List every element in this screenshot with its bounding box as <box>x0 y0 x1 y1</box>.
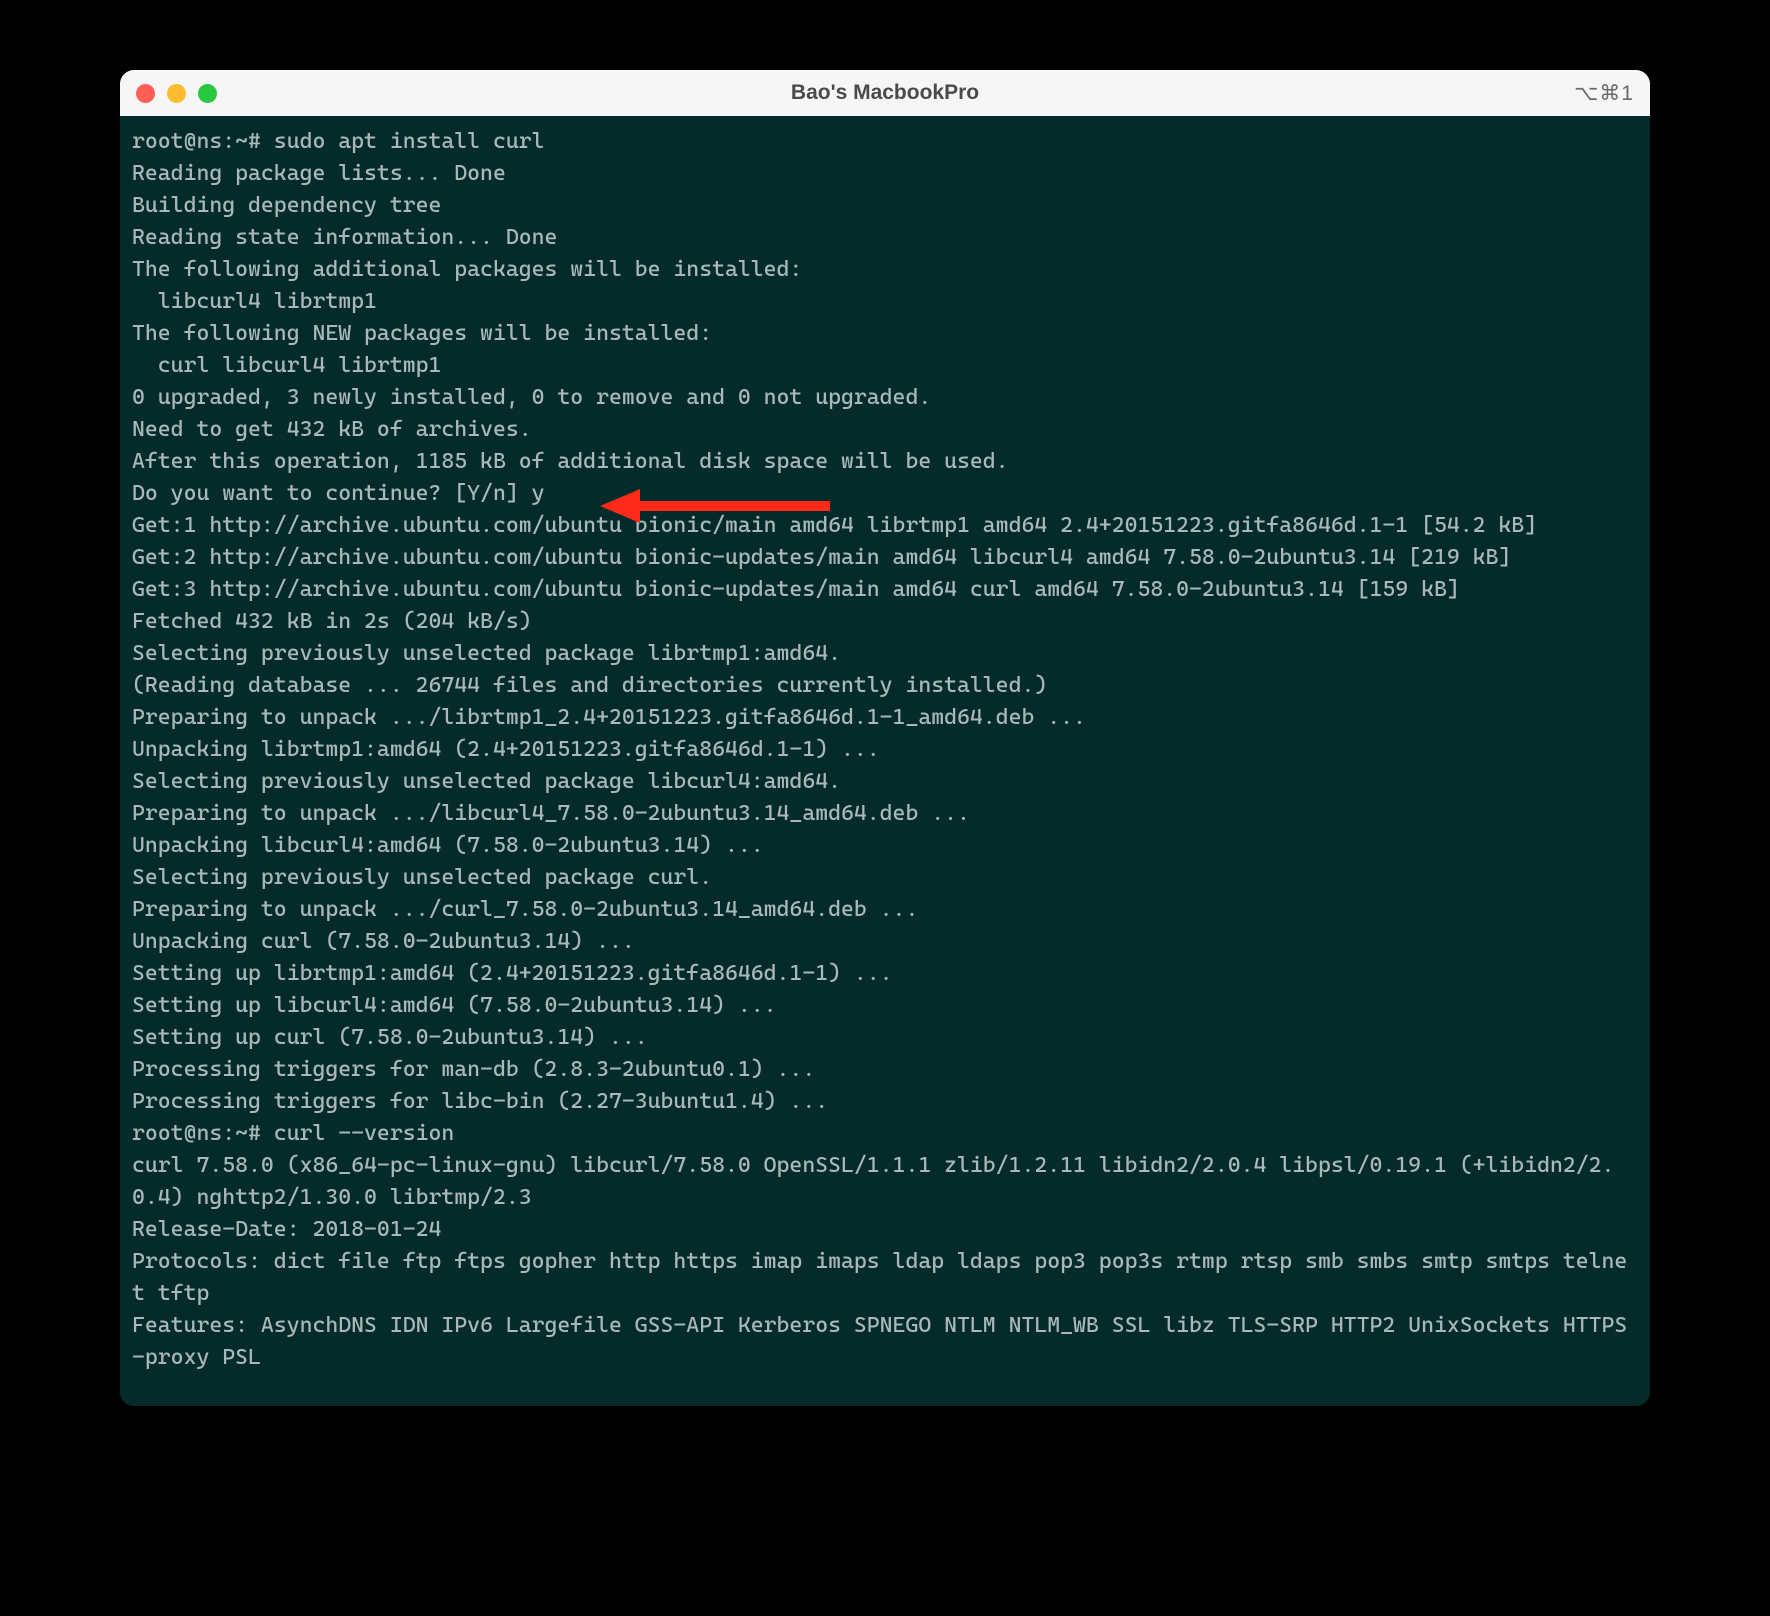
terminal-line: Processing triggers for man-db (2.8.3-2u… <box>132 1054 1638 1086</box>
terminal-line: Setting up libcurl4:amd64 (7.58.0-2ubunt… <box>132 990 1638 1022</box>
window-shortcut-hint: ⌥⌘1 <box>1574 81 1634 106</box>
terminal-line: Unpacking libcurl4:amd64 (7.58.0-2ubuntu… <box>132 830 1638 862</box>
terminal-line: Reading package lists... Done <box>132 158 1638 190</box>
terminal-line: Selecting previously unselected package … <box>132 638 1638 670</box>
traffic-lights <box>136 84 217 103</box>
terminal-line: (Reading database ... 26744 files and di… <box>132 670 1638 702</box>
terminal-line: Building dependency tree <box>132 190 1638 222</box>
terminal-line: The following additional packages will b… <box>132 254 1638 286</box>
terminal-line: Preparing to unpack .../libcurl4_7.58.0-… <box>132 798 1638 830</box>
terminal-line: Features: AsynchDNS IDN IPv6 Largefile G… <box>132 1310 1638 1374</box>
window-titlebar: Bao's MacbookPro ⌥⌘1 <box>120 70 1650 116</box>
terminal-line: Get:3 http://archive.ubuntu.com/ubuntu b… <box>132 574 1638 606</box>
terminal-line: Do you want to continue? [Y/n] y <box>132 478 1638 510</box>
terminal-window: Bao's MacbookPro ⌥⌘1 root@ns:~# sudo apt… <box>120 70 1650 1406</box>
terminal-line: root@ns:~# curl --version <box>132 1118 1638 1150</box>
terminal-line: Get:1 http://archive.ubuntu.com/ubuntu b… <box>132 510 1638 542</box>
terminal-line: Processing triggers for libc-bin (2.27-3… <box>132 1086 1638 1118</box>
terminal-line: libcurl4 librtmp1 <box>132 286 1638 318</box>
maximize-window-button[interactable] <box>198 84 217 103</box>
terminal-line: Selecting previously unselected package … <box>132 766 1638 798</box>
terminal-line: After this operation, 1185 kB of additio… <box>132 446 1638 478</box>
terminal-line: Unpacking curl (7.58.0-2ubuntu3.14) ... <box>132 926 1638 958</box>
terminal-line: 0 upgraded, 3 newly installed, 0 to remo… <box>132 382 1638 414</box>
terminal-line: Setting up librtmp1:amd64 (2.4+20151223.… <box>132 958 1638 990</box>
terminal-line: Preparing to unpack .../curl_7.58.0-2ubu… <box>132 894 1638 926</box>
terminal-line: Setting up curl (7.58.0-2ubuntu3.14) ... <box>132 1022 1638 1054</box>
terminal-line: Protocols: dict file ftp ftps gopher htt… <box>132 1246 1638 1310</box>
window-title: Bao's MacbookPro <box>791 81 979 105</box>
terminal-body[interactable]: root@ns:~# sudo apt install curlReading … <box>120 116 1650 1406</box>
minimize-window-button[interactable] <box>167 84 186 103</box>
terminal-line: Unpacking librtmp1:amd64 (2.4+20151223.g… <box>132 734 1638 766</box>
close-window-button[interactable] <box>136 84 155 103</box>
terminal-line: Need to get 432 kB of archives. <box>132 414 1638 446</box>
terminal-line: Release-Date: 2018-01-24 <box>132 1214 1638 1246</box>
terminal-line: The following NEW packages will be insta… <box>132 318 1638 350</box>
terminal-line: curl libcurl4 librtmp1 <box>132 350 1638 382</box>
terminal-line: Reading state information... Done <box>132 222 1638 254</box>
terminal-line: root@ns:~# sudo apt install curl <box>132 126 1638 158</box>
terminal-line: Fetched 432 kB in 2s (204 kB/s) <box>132 606 1638 638</box>
terminal-line: curl 7.58.0 (x86_64-pc-linux-gnu) libcur… <box>132 1150 1638 1214</box>
terminal-line: Selecting previously unselected package … <box>132 862 1638 894</box>
terminal-line: Preparing to unpack .../librtmp1_2.4+201… <box>132 702 1638 734</box>
terminal-line: Get:2 http://archive.ubuntu.com/ubuntu b… <box>132 542 1638 574</box>
